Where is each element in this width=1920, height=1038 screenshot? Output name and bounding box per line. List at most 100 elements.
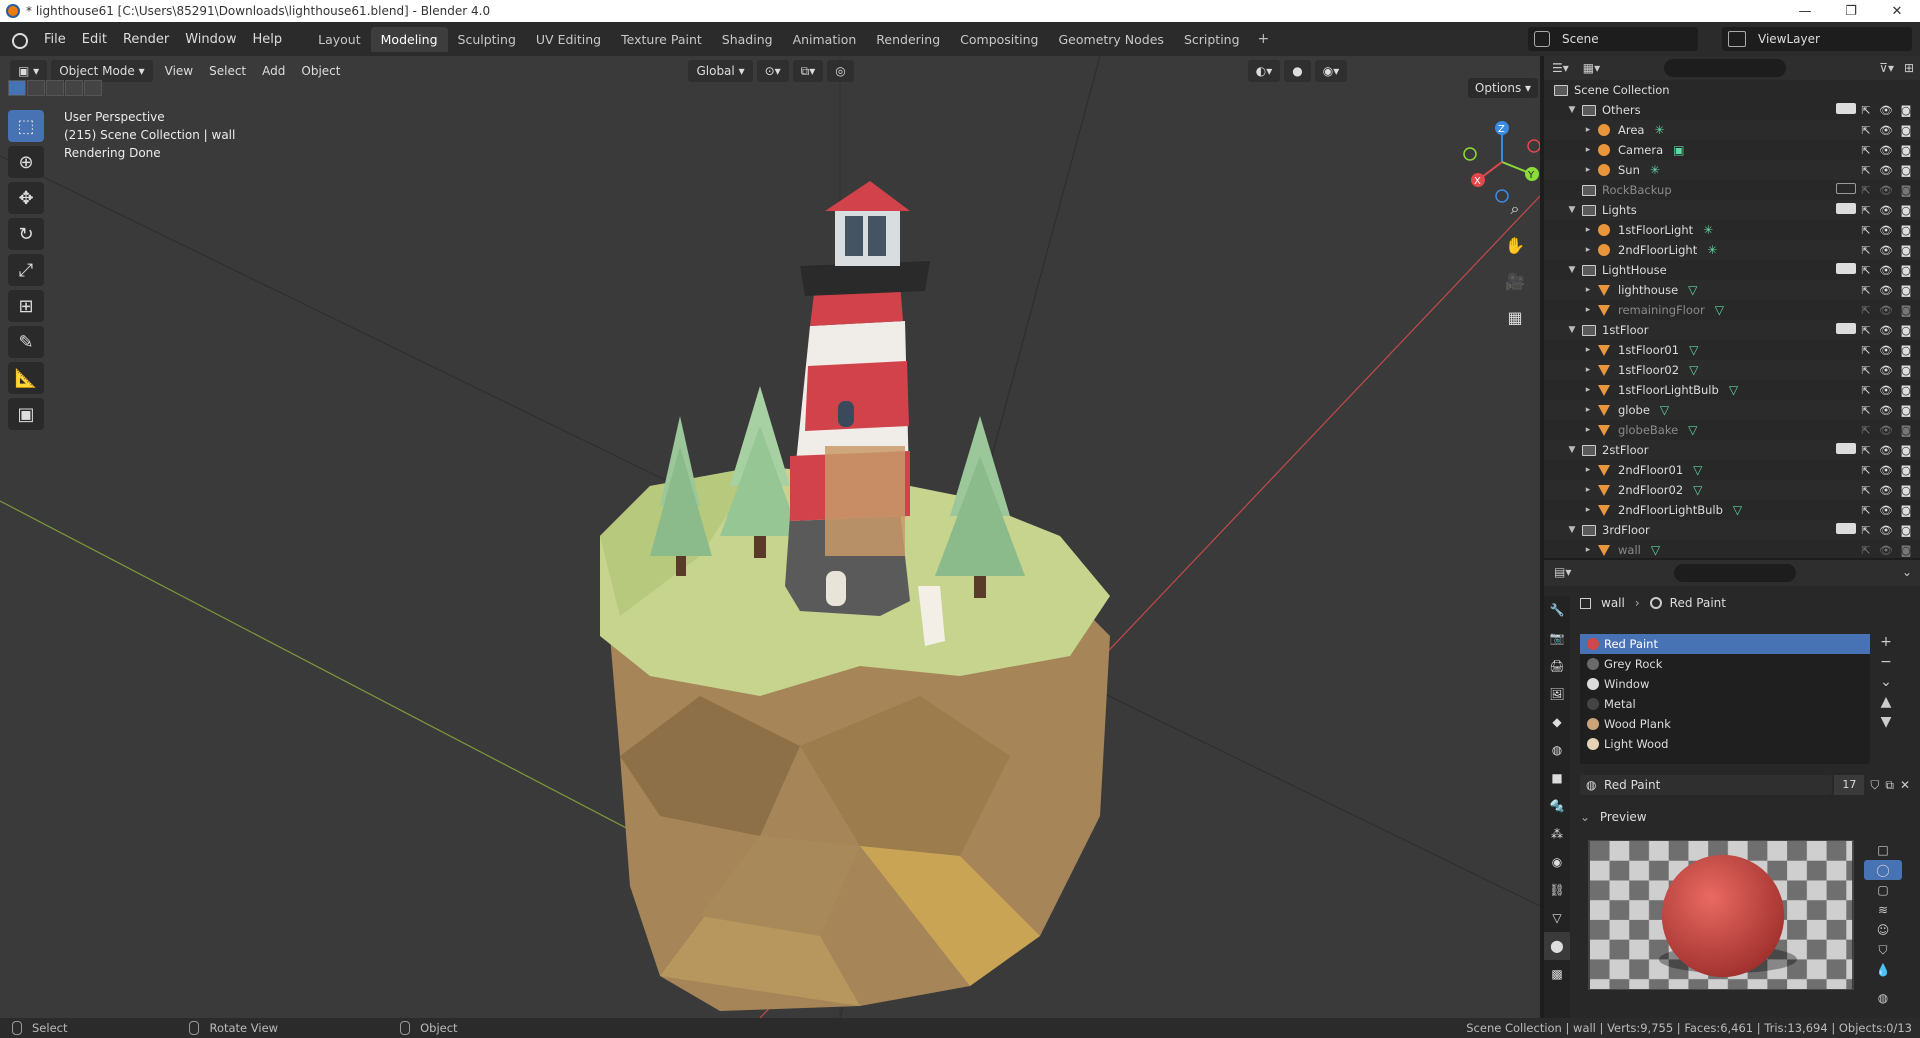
navigation-gizmo[interactable]: Z Y X	[1452, 112, 1540, 212]
mesh-data-icon[interactable]: ▽	[1733, 503, 1742, 517]
mesh-data-icon[interactable]: ▽	[1660, 403, 1669, 417]
selectable-icon[interactable]: ⇱	[1856, 124, 1876, 137]
close-button[interactable]: ✕	[1874, 0, 1920, 22]
scene-selector[interactable]: Scene	[1528, 27, 1698, 51]
render-camera-icon[interactable]: ◙	[1896, 244, 1916, 257]
viewport-menu-add[interactable]: Add	[254, 64, 293, 78]
render-camera-icon[interactable]: ◙	[1896, 344, 1916, 357]
material-slot[interactable]: Wood Plank	[1580, 714, 1870, 734]
select-box-icon[interactable]: ⬚	[8, 110, 44, 142]
expand-arrow-icon[interactable]: ▸	[1582, 285, 1594, 295]
texture-tab-icon[interactable]: ▩	[1544, 960, 1570, 988]
expand-arrow-icon[interactable]: ▸	[1582, 485, 1594, 495]
mesh-data-icon[interactable]: ▽	[1689, 363, 1698, 377]
new-collection-icon[interactable]: ⊞	[1904, 61, 1914, 75]
minimize-button[interactable]: —	[1782, 0, 1828, 22]
display-mode-icon[interactable]: ▦▾	[1583, 61, 1600, 75]
move-down-icon[interactable]: ▼	[1876, 714, 1896, 734]
light-data-icon[interactable]: ✳	[1650, 163, 1660, 177]
slot-specials-icon[interactable]: ⌄	[1876, 674, 1896, 694]
selectable-icon[interactable]: ⇱	[1856, 344, 1876, 357]
tab-geometry-nodes[interactable]: Geometry Nodes	[1049, 27, 1174, 52]
material-name-field[interactable]: ◍ Red Paint	[1580, 775, 1833, 795]
mesh-data-icon[interactable]: ▽	[1688, 283, 1697, 297]
mesh-data-icon[interactable]: ▽	[1651, 543, 1660, 557]
options-button[interactable]: Options ▾	[1468, 78, 1538, 98]
outliner-search-input[interactable]	[1664, 59, 1786, 77]
selectable-icon[interactable]: ⇱	[1856, 504, 1876, 517]
eye-icon[interactable]: 👁	[1876, 224, 1896, 237]
outliner-item[interactable]: ▸ 2ndFloor02 ▽ ⇱ 👁 ◙	[1544, 480, 1920, 500]
outliner-item[interactable]: ▸ lighthouse ▽ ⇱ 👁 ◙	[1544, 280, 1920, 300]
exclude-checkbox[interactable]	[1836, 523, 1856, 537]
eye-icon[interactable]: 👁	[1876, 184, 1896, 197]
outliner-item[interactable]: ▼ 2stFloor ⇱ 👁 ◙	[1544, 440, 1920, 460]
outliner-item[interactable]: ▸ 2ndFloorLightBulb ▽ ⇱ 👁 ◙	[1544, 500, 1920, 520]
selectable-icon[interactable]: ⇱	[1856, 424, 1876, 437]
render-camera-icon[interactable]: ◙	[1896, 404, 1916, 417]
eye-icon[interactable]: 👁	[1876, 104, 1896, 117]
menu-window[interactable]: Window	[177, 28, 244, 51]
viewport-menu-view[interactable]: View	[157, 64, 201, 78]
material-slot[interactable]: Light Wood	[1580, 734, 1870, 754]
selectable-icon[interactable]: ⇱	[1856, 404, 1876, 417]
preview-monkey-icon[interactable]: ☺	[1864, 920, 1902, 940]
add-workspace-button[interactable]: +	[1250, 27, 1278, 52]
outliner-item[interactable]: ▸ remainingFloor ▽ ⇱ 👁 ◙	[1544, 300, 1920, 320]
tab-layout[interactable]: Layout	[308, 27, 371, 52]
menu-file[interactable]: File	[36, 28, 74, 51]
outliner-item[interactable]: ▸ Camera ▣ ⇱ 👁 ◙	[1544, 140, 1920, 160]
tab-modeling[interactable]: Modeling	[370, 26, 448, 52]
outliner-item[interactable]: ▸ wall ▽ ⇱ 👁 ◙	[1544, 540, 1920, 560]
shading-rendered-button[interactable]: ◉▾	[1314, 60, 1348, 82]
modifier-tab-icon[interactable]: 🔩	[1544, 792, 1570, 820]
eye-icon[interactable]: 👁	[1876, 544, 1896, 557]
properties-editor[interactable]: ▤▾ ⌄ 🔧 📷 🖨 🖼 ◆ ◍ ■ 🔩 ⁂ ◉ ⛓ ▽ ⬤ ▩ wall › …	[1544, 560, 1920, 1018]
render-camera-icon[interactable]: ◙	[1896, 144, 1916, 157]
tool-tab-icon[interactable]: 🔧	[1544, 596, 1570, 624]
menu-render[interactable]: Render	[115, 28, 177, 51]
expand-arrow-icon[interactable]: ▸	[1582, 225, 1594, 235]
add-cube-icon[interactable]: ▣	[8, 398, 44, 430]
light-data-icon[interactable]: ✳	[1703, 223, 1713, 237]
expand-arrow-icon[interactable]: ▸	[1582, 465, 1594, 475]
move-icon[interactable]: ✥	[8, 182, 44, 214]
menu-help[interactable]: Help	[245, 28, 291, 51]
render-camera-icon[interactable]: ◙	[1896, 524, 1916, 537]
eye-icon[interactable]: 👁	[1876, 524, 1896, 537]
eye-icon[interactable]: 👁	[1876, 304, 1896, 317]
select-invert-icon[interactable]	[65, 80, 83, 96]
outliner-item[interactable]: ▸ 2ndFloor01 ▽ ⇱ 👁 ◙	[1544, 460, 1920, 480]
expand-arrow-icon[interactable]: ▸	[1582, 425, 1594, 435]
eye-icon[interactable]: 👁	[1876, 164, 1896, 177]
tab-rendering[interactable]: Rendering	[866, 27, 950, 52]
exclude-checkbox[interactable]	[1836, 263, 1856, 277]
menu-edit[interactable]: Edit	[74, 28, 115, 51]
tab-scripting[interactable]: Scripting	[1174, 27, 1250, 52]
selectable-icon[interactable]: ⇱	[1856, 144, 1876, 157]
tab-animation[interactable]: Animation	[783, 27, 867, 52]
outliner-item[interactable]: ▸ globeBake ▽ ⇱ 👁 ◙	[1544, 420, 1920, 440]
render-camera-icon[interactable]: ◙	[1896, 544, 1916, 557]
outliner-item[interactable]: RockBackup ⇱ 👁 ◙	[1544, 180, 1920, 200]
move-up-icon[interactable]: ▲	[1876, 694, 1896, 714]
preview-fluid-icon[interactable]: 💧	[1864, 960, 1902, 980]
render-camera-icon[interactable]: ◙	[1896, 224, 1916, 237]
light-data-icon[interactable]: ✳	[1654, 123, 1664, 137]
outliner-item[interactable]: ▼ 3rdFloor ⇱ 👁 ◙	[1544, 520, 1920, 540]
object-tab-icon[interactable]: ■	[1544, 764, 1570, 792]
expand-arrow-icon[interactable]: ▼	[1566, 525, 1578, 535]
output-tab-icon[interactable]: 🖨	[1544, 652, 1570, 680]
properties-options-icon[interactable]: ⌄	[1902, 565, 1912, 579]
eye-icon[interactable]: 👁	[1876, 444, 1896, 457]
eye-icon[interactable]: 👁	[1876, 364, 1896, 377]
preview-plane-icon[interactable]: □	[1864, 840, 1902, 860]
outliner[interactable]: ☰▾ ▦▾ ⊽▾ ⊞ Scene Collection ▼ Others ⇱ 👁 ◙ ▸ A…	[1544, 56, 1920, 558]
tab-compositing[interactable]: Compositing	[950, 27, 1048, 52]
preview-panel-header[interactable]: ⌄ Preview	[1580, 810, 1647, 824]
outliner-item[interactable]: ▼ 1stFloor ⇱ 👁 ◙	[1544, 320, 1920, 340]
exclude-checkbox[interactable]	[1836, 443, 1856, 457]
render-camera-icon[interactable]: ◙	[1896, 104, 1916, 117]
camera-data-icon[interactable]: ▣	[1673, 143, 1684, 157]
view-layer-selector[interactable]: ViewLayer	[1722, 27, 1912, 51]
